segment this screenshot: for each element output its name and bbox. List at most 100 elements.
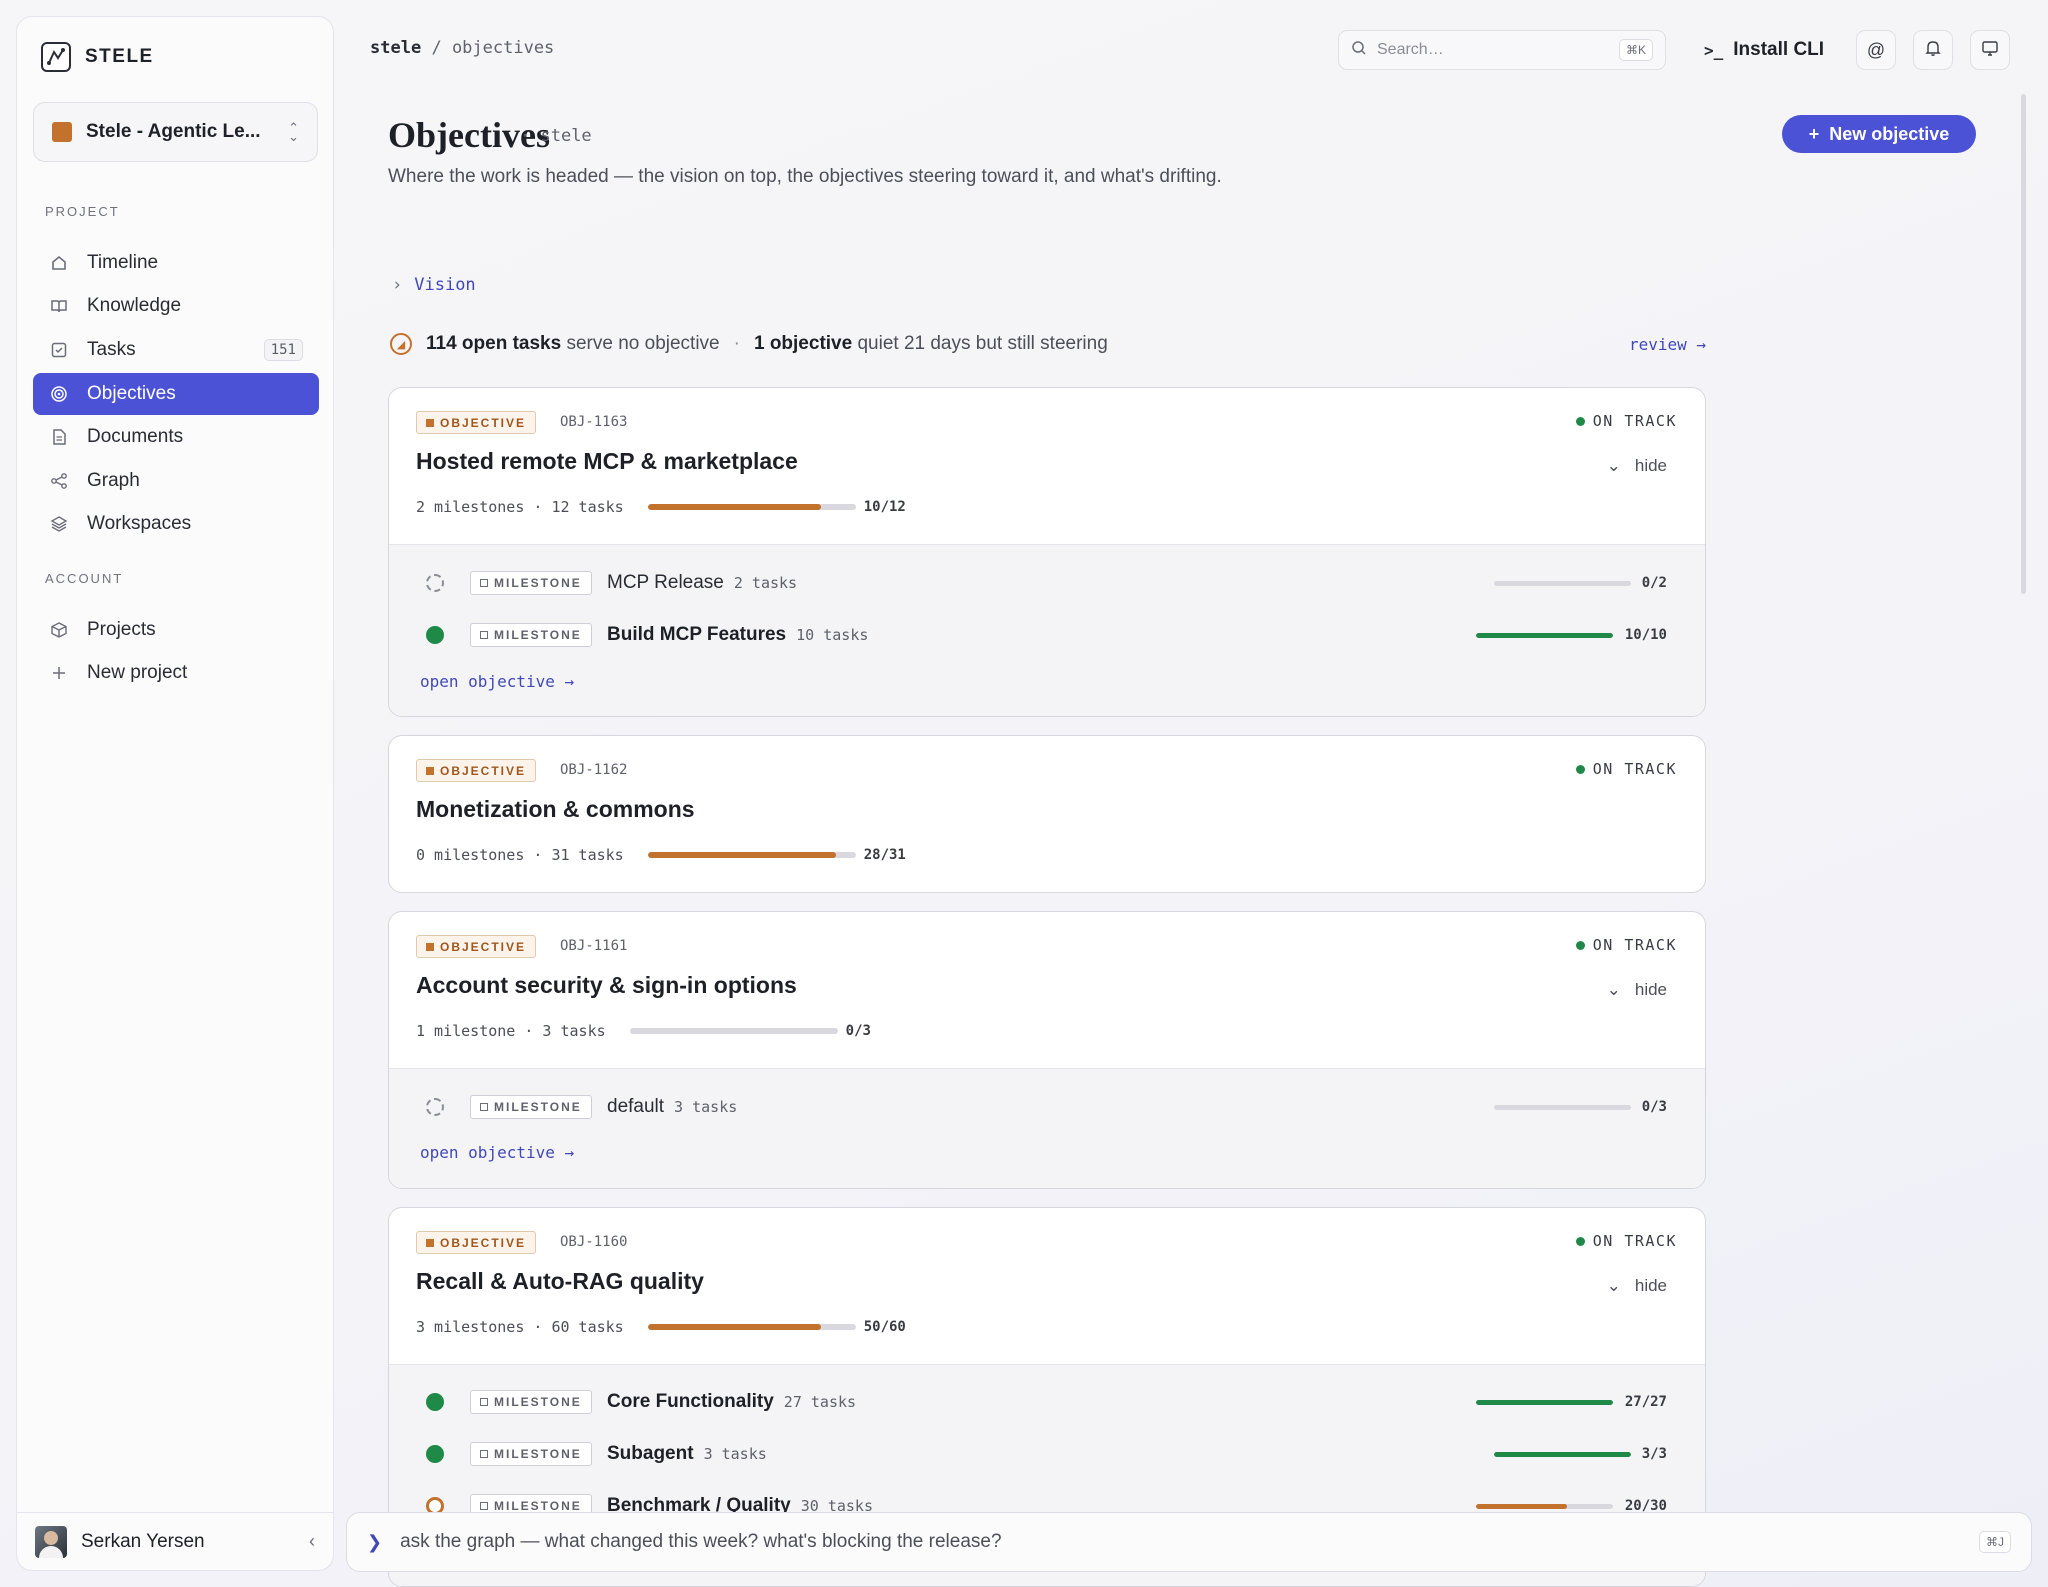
vision-toggle[interactable]: › Vision	[392, 275, 476, 295]
sidebar-item-timeline[interactable]: Timeline	[33, 242, 319, 284]
status-dot	[1575, 416, 1585, 426]
milestone-progress-bar	[1476, 632, 1613, 638]
new-objective-button[interactable]: + New objective	[1782, 115, 1976, 153]
milestone-progress-bar	[1494, 1104, 1631, 1110]
objective-progress-fill	[647, 852, 836, 858]
ask-graph-input[interactable]	[400, 1531, 1961, 1553]
objective-meta: 0 milestones · 31 tasks 28/31	[416, 846, 906, 864]
document-icon	[49, 427, 69, 447]
sidebar-item-tasks[interactable]: Tasks 151	[33, 329, 319, 371]
milestone-row[interactable]: MILESTONE default 3 tasks 0/3	[389, 1092, 1705, 1122]
milestone-progress-bar	[1494, 1451, 1631, 1457]
open-tasks-text: serve no objective	[566, 333, 720, 354]
milestone-done-icon	[426, 626, 444, 644]
milestone-row[interactable]: MILESTONE Build MCP Features 10 tasks 10/…	[389, 620, 1705, 650]
status-badge: ON TRACK	[1575, 760, 1677, 778]
sidebar-item-objectives[interactable]: Objectives	[33, 373, 319, 415]
objective-meta-text: 3 milestones · 60 tasks	[416, 1318, 624, 1336]
objective-tag-square	[426, 418, 434, 427]
milestone-tag-label: MILESTONE	[494, 576, 582, 590]
objective-card[interactable]: OBJECTIVE OBJ-1163 ON TRACK Hosted remot…	[388, 387, 1706, 717]
sidebar-item-workspaces[interactable]: Workspaces	[33, 503, 319, 545]
milestone-list: MILESTONE default 3 tasks 0/3 open object…	[389, 1068, 1705, 1188]
sidebar-item-graph[interactable]: Graph	[33, 460, 319, 502]
workspace-select[interactable]: Stele - Agentic Le... ⌃ ⌄	[33, 102, 318, 162]
objective-id: OBJ-1160	[560, 1234, 628, 1250]
objective-title[interactable]: Account security & sign-in options	[416, 972, 797, 999]
scrollbar-thumb[interactable]	[2021, 94, 2026, 594]
objective-tag: OBJECTIVE	[416, 759, 537, 782]
milestone-row[interactable]: MILESTONE Subagent 3 tasks 3/3	[389, 1439, 1705, 1469]
milestone-tag: MILESTONE	[470, 1390, 592, 1414]
milestone-tag-label: MILESTONE	[494, 1499, 582, 1513]
sidebar-item-projects[interactable]: Projects	[33, 609, 319, 651]
drift-summary: ◢ 114 open tasks serve no objective · 1 …	[390, 330, 1706, 358]
status-label: ON TRACK	[1592, 936, 1677, 954]
display-button[interactable]	[1970, 30, 2010, 70]
sidebar-item-new-project[interactable]: New project	[33, 652, 319, 694]
milestone-progress-count: 10/10	[1624, 627, 1667, 643]
brand[interactable]: STELE	[41, 37, 154, 77]
notifications-button[interactable]	[1913, 30, 1953, 70]
open-objective-link[interactable]: open objective →	[420, 1143, 574, 1162]
plus-icon: +	[1808, 123, 1820, 144]
hide-milestones-button[interactable]: ⌄ hide	[1607, 456, 1667, 476]
milestone-row[interactable]: MILESTONE Core Functionality 27 tasks 27/…	[389, 1387, 1705, 1417]
milestone-tag: MILESTONE	[470, 1442, 592, 1466]
status-dot	[1575, 1236, 1585, 1246]
open-objective-link[interactable]: open objective →	[420, 672, 574, 691]
milestone-name: Core Functionality 27 tasks	[607, 1391, 856, 1413]
quiet-objective-count: 1 objective	[753, 333, 853, 354]
objective-progress-bar	[647, 1324, 856, 1330]
objective-progress-count: 50/60	[863, 1319, 906, 1335]
search-box[interactable]: ⌘K	[1338, 30, 1666, 70]
collapse-sidebar-icon[interactable]: ‹	[309, 1531, 315, 1552]
milestone-row[interactable]: MILESTONE MCP Release 2 tasks 0/2	[389, 568, 1705, 598]
breadcrumb-root[interactable]: stele	[370, 38, 421, 58]
ask-graph-bar[interactable]: ❯ ⌘J	[346, 1512, 2032, 1572]
objective-progress-fill	[647, 504, 821, 510]
objective-meta-text: 2 milestones · 12 tasks	[416, 498, 624, 516]
objective-title[interactable]: Monetization & commons	[416, 796, 695, 823]
mentions-button[interactable]: @	[1856, 30, 1896, 70]
objective-id: OBJ-1161	[560, 938, 628, 954]
search-icon	[1351, 40, 1367, 61]
objective-tag: OBJECTIVE	[416, 1231, 537, 1254]
milestone-progress-count: 3/3	[1641, 1446, 1667, 1462]
new-objective-label: New objective	[1829, 123, 1950, 144]
objective-tag-label: OBJECTIVE	[440, 415, 527, 430]
monitor-icon	[1981, 39, 1999, 62]
hide-milestones-button[interactable]: ⌄ hide	[1607, 980, 1667, 1000]
milestone-tag: MILESTONE	[470, 571, 592, 595]
status-label: ON TRACK	[1592, 1232, 1677, 1250]
review-link[interactable]: review →	[1629, 335, 1706, 354]
install-cli-button[interactable]: >_ Install CLI	[1704, 30, 1824, 70]
objective-title[interactable]: Hosted remote MCP & marketplace	[416, 448, 798, 475]
objective-tag-label: OBJECTIVE	[440, 763, 527, 778]
bell-icon	[1924, 39, 1942, 62]
milestone-name: default 3 tasks	[607, 1096, 737, 1118]
objective-card[interactable]: OBJECTIVE OBJ-1161 ON TRACK Account secu…	[388, 911, 1706, 1189]
status-badge: ON TRACK	[1575, 936, 1677, 954]
terminal-icon: >_	[1704, 40, 1724, 60]
sidebar-item-knowledge[interactable]: Knowledge	[33, 285, 319, 327]
hide-label: hide	[1634, 456, 1667, 475]
breadcrumb-current: objectives	[451, 38, 555, 58]
objective-tag-square	[426, 766, 434, 775]
user-menu[interactable]: Serkan Yersen ‹	[17, 1512, 333, 1570]
workspace-name: Stele - Agentic Le...	[86, 121, 261, 142]
sidebar-item-documents[interactable]: Documents	[33, 416, 319, 458]
milestone-name-text: MCP Release	[607, 572, 724, 593]
milestone-todo-icon	[426, 574, 444, 592]
objective-progress-bar	[647, 852, 856, 858]
chevron-right-icon: ›	[392, 275, 403, 295]
hide-milestones-button[interactable]: ⌄ hide	[1607, 1276, 1667, 1296]
objective-tag-label: OBJECTIVE	[440, 1235, 527, 1250]
milestone-name: Build MCP Features 10 tasks	[607, 624, 868, 646]
objective-id: OBJ-1163	[560, 414, 628, 430]
milestone-progress-count: 0/2	[1641, 575, 1667, 591]
objective-title[interactable]: Recall & Auto-RAG quality	[416, 1268, 704, 1295]
search-input[interactable]	[1377, 41, 1609, 59]
objective-card-header: OBJECTIVE OBJ-1160 ON TRACK Recall & Aut…	[389, 1208, 1705, 1364]
objective-card[interactable]: OBJECTIVE OBJ-1162 ON TRACK Monetization…	[388, 735, 1706, 893]
